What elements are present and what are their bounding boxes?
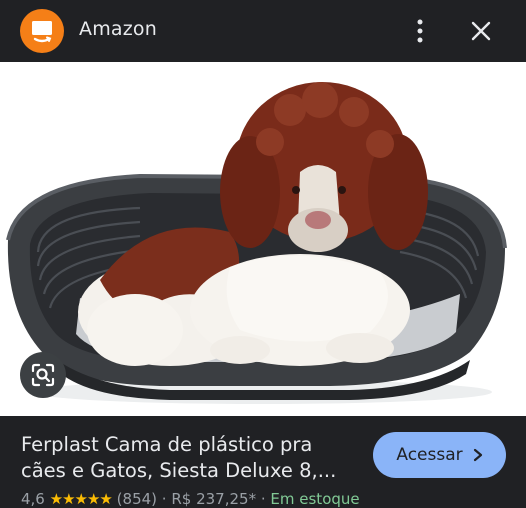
dog-in-bed-illustration <box>6 82 507 404</box>
rating-stars: ★★★★★ <box>49 490 113 508</box>
app-title: Amazon <box>79 18 157 40</box>
visit-button[interactable]: Acessar <box>373 432 506 478</box>
close-icon <box>471 21 491 41</box>
amazon-app-icon <box>20 9 64 53</box>
product-title-line-2: cães e Gatos, Siesta Deluxe 8,... <box>21 459 337 482</box>
separator: · <box>260 490 271 508</box>
visit-button-label: Acessar <box>396 445 463 465</box>
more-options-button[interactable] <box>410 16 430 46</box>
product-meta-row: 4,6 ★★★★★ (854) · R$ 237,25* · Em estoqu… <box>21 490 360 508</box>
stock-status: Em estoque <box>270 490 360 508</box>
price: R$ 237,25* <box>171 490 257 508</box>
product-title-line-1: Ferplast Cama de plástico pra <box>21 433 313 456</box>
close-button[interactable] <box>466 16 496 46</box>
google-lens-icon <box>31 363 55 387</box>
product-info-panel: Ferplast Cama de plástico pra cães e Gat… <box>0 416 526 508</box>
review-count: (854) <box>116 490 158 508</box>
chevron-right-icon <box>473 448 482 462</box>
separator: · <box>161 490 172 508</box>
more-vert-icon <box>417 19 423 43</box>
rating-value: 4,6 <box>21 490 45 508</box>
product-title[interactable]: Ferplast Cama de plástico pra cães e Gat… <box>21 432 351 484</box>
top-app-bar: Amazon <box>0 0 526 62</box>
product-image[interactable] <box>0 62 526 416</box>
lens-search-button[interactable] <box>20 352 66 398</box>
